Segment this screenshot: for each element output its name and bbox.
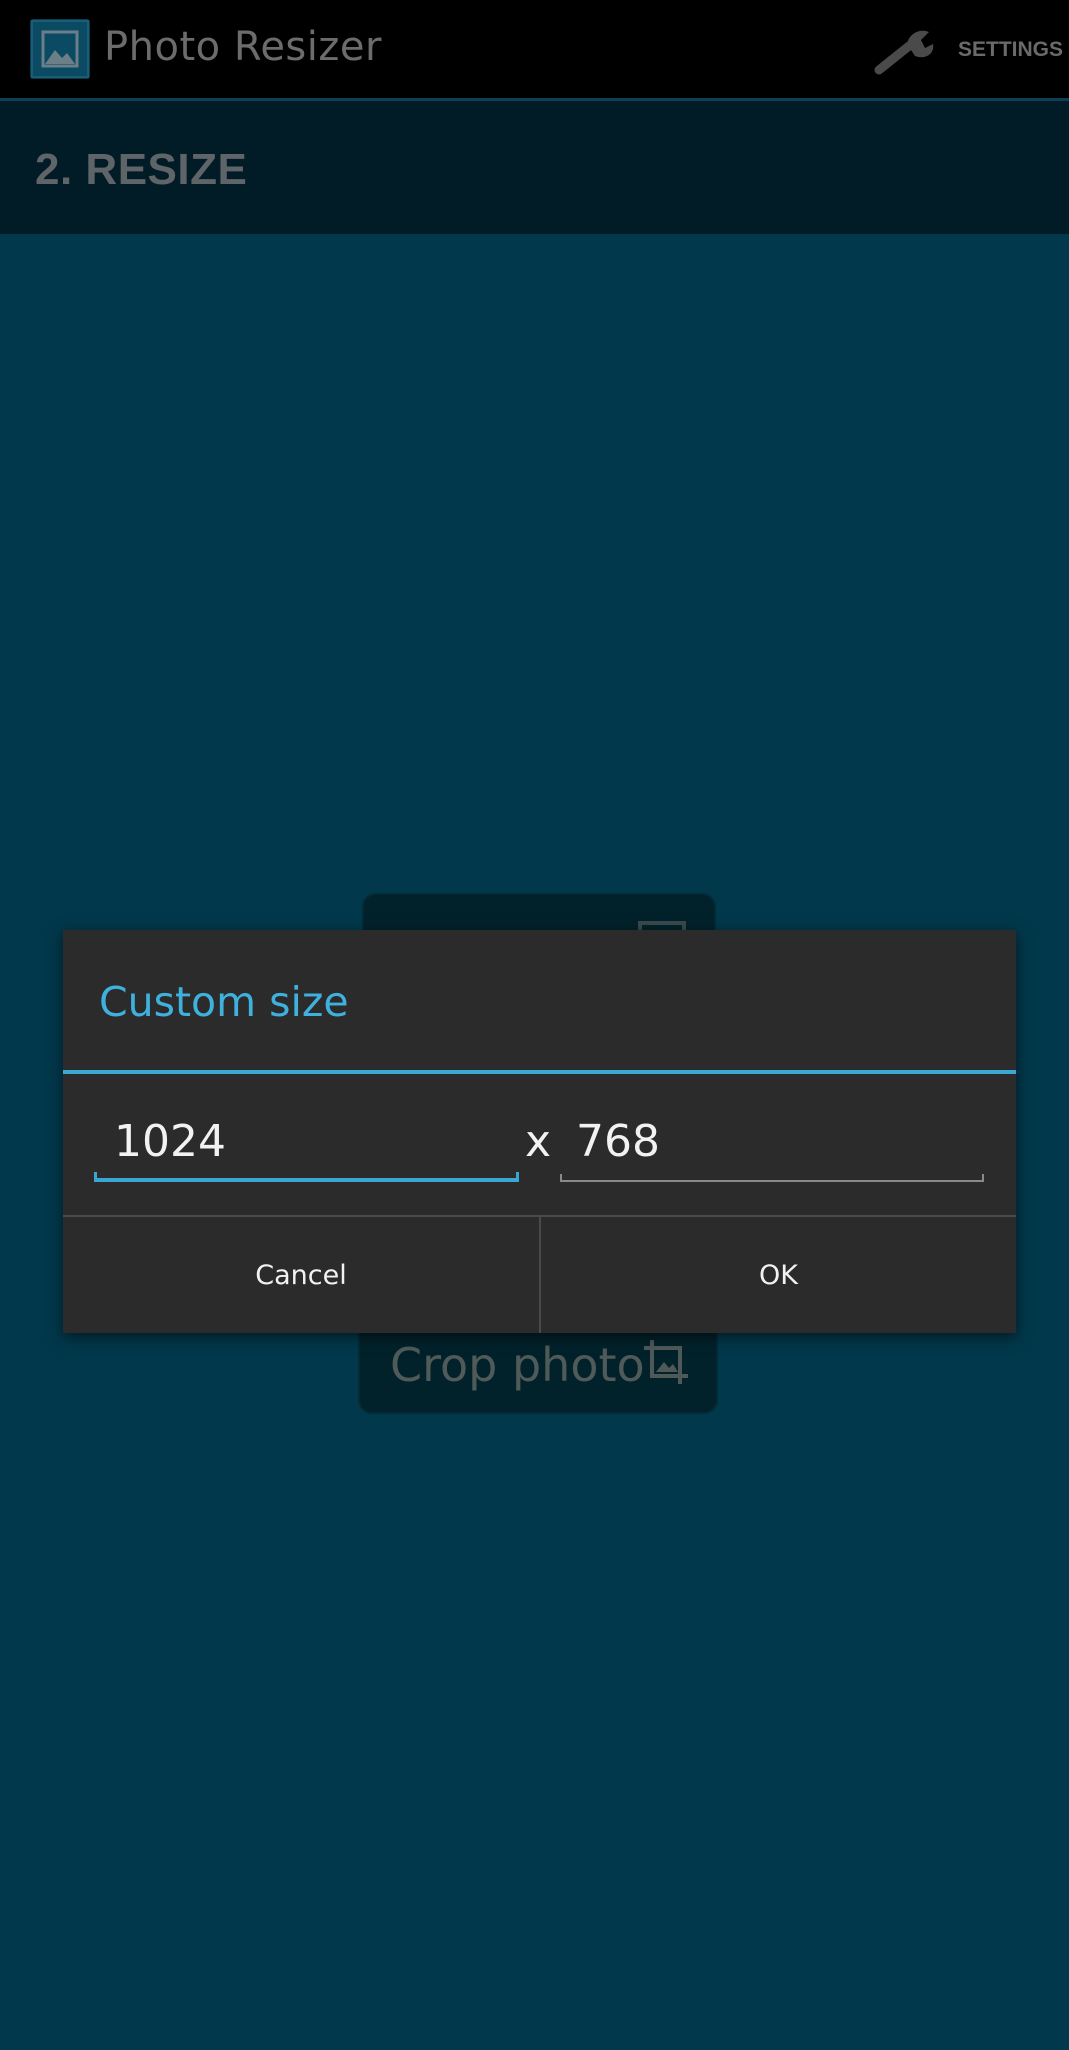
cancel-button[interactable]: Cancel (63, 1217, 539, 1333)
height-input[interactable] (560, 1106, 984, 1176)
app-title: Photo Resizer (104, 24, 382, 70)
dimension-separator: x (525, 1116, 552, 1167)
crop-icon (644, 1340, 688, 1384)
ok-button[interactable]: OK (541, 1217, 1016, 1333)
width-input[interactable] (94, 1106, 519, 1176)
crop-photo-label: Crop photo (390, 1338, 645, 1392)
width-field-underline (94, 1172, 519, 1182)
height-field[interactable] (560, 1106, 984, 1182)
dialog-title-divider (63, 1070, 1016, 1074)
dialog-title: Custom size (99, 978, 349, 1026)
settings-label: SETTINGS (957, 38, 1063, 61)
section-header: 2. RESIZE (0, 101, 1069, 234)
wrench-icon (874, 30, 934, 75)
custom-size-dialog: Custom size x Cancel OK (63, 930, 1016, 1333)
width-field[interactable] (94, 1106, 519, 1182)
action-bar: Photo Resizer SETTINGS (0, 0, 1069, 101)
height-field-underline (560, 1174, 984, 1182)
section-title: 2. RESIZE (35, 145, 248, 194)
app-photo-icon[interactable] (30, 19, 90, 79)
settings-button[interactable]: SETTINGS (873, 22, 1063, 78)
